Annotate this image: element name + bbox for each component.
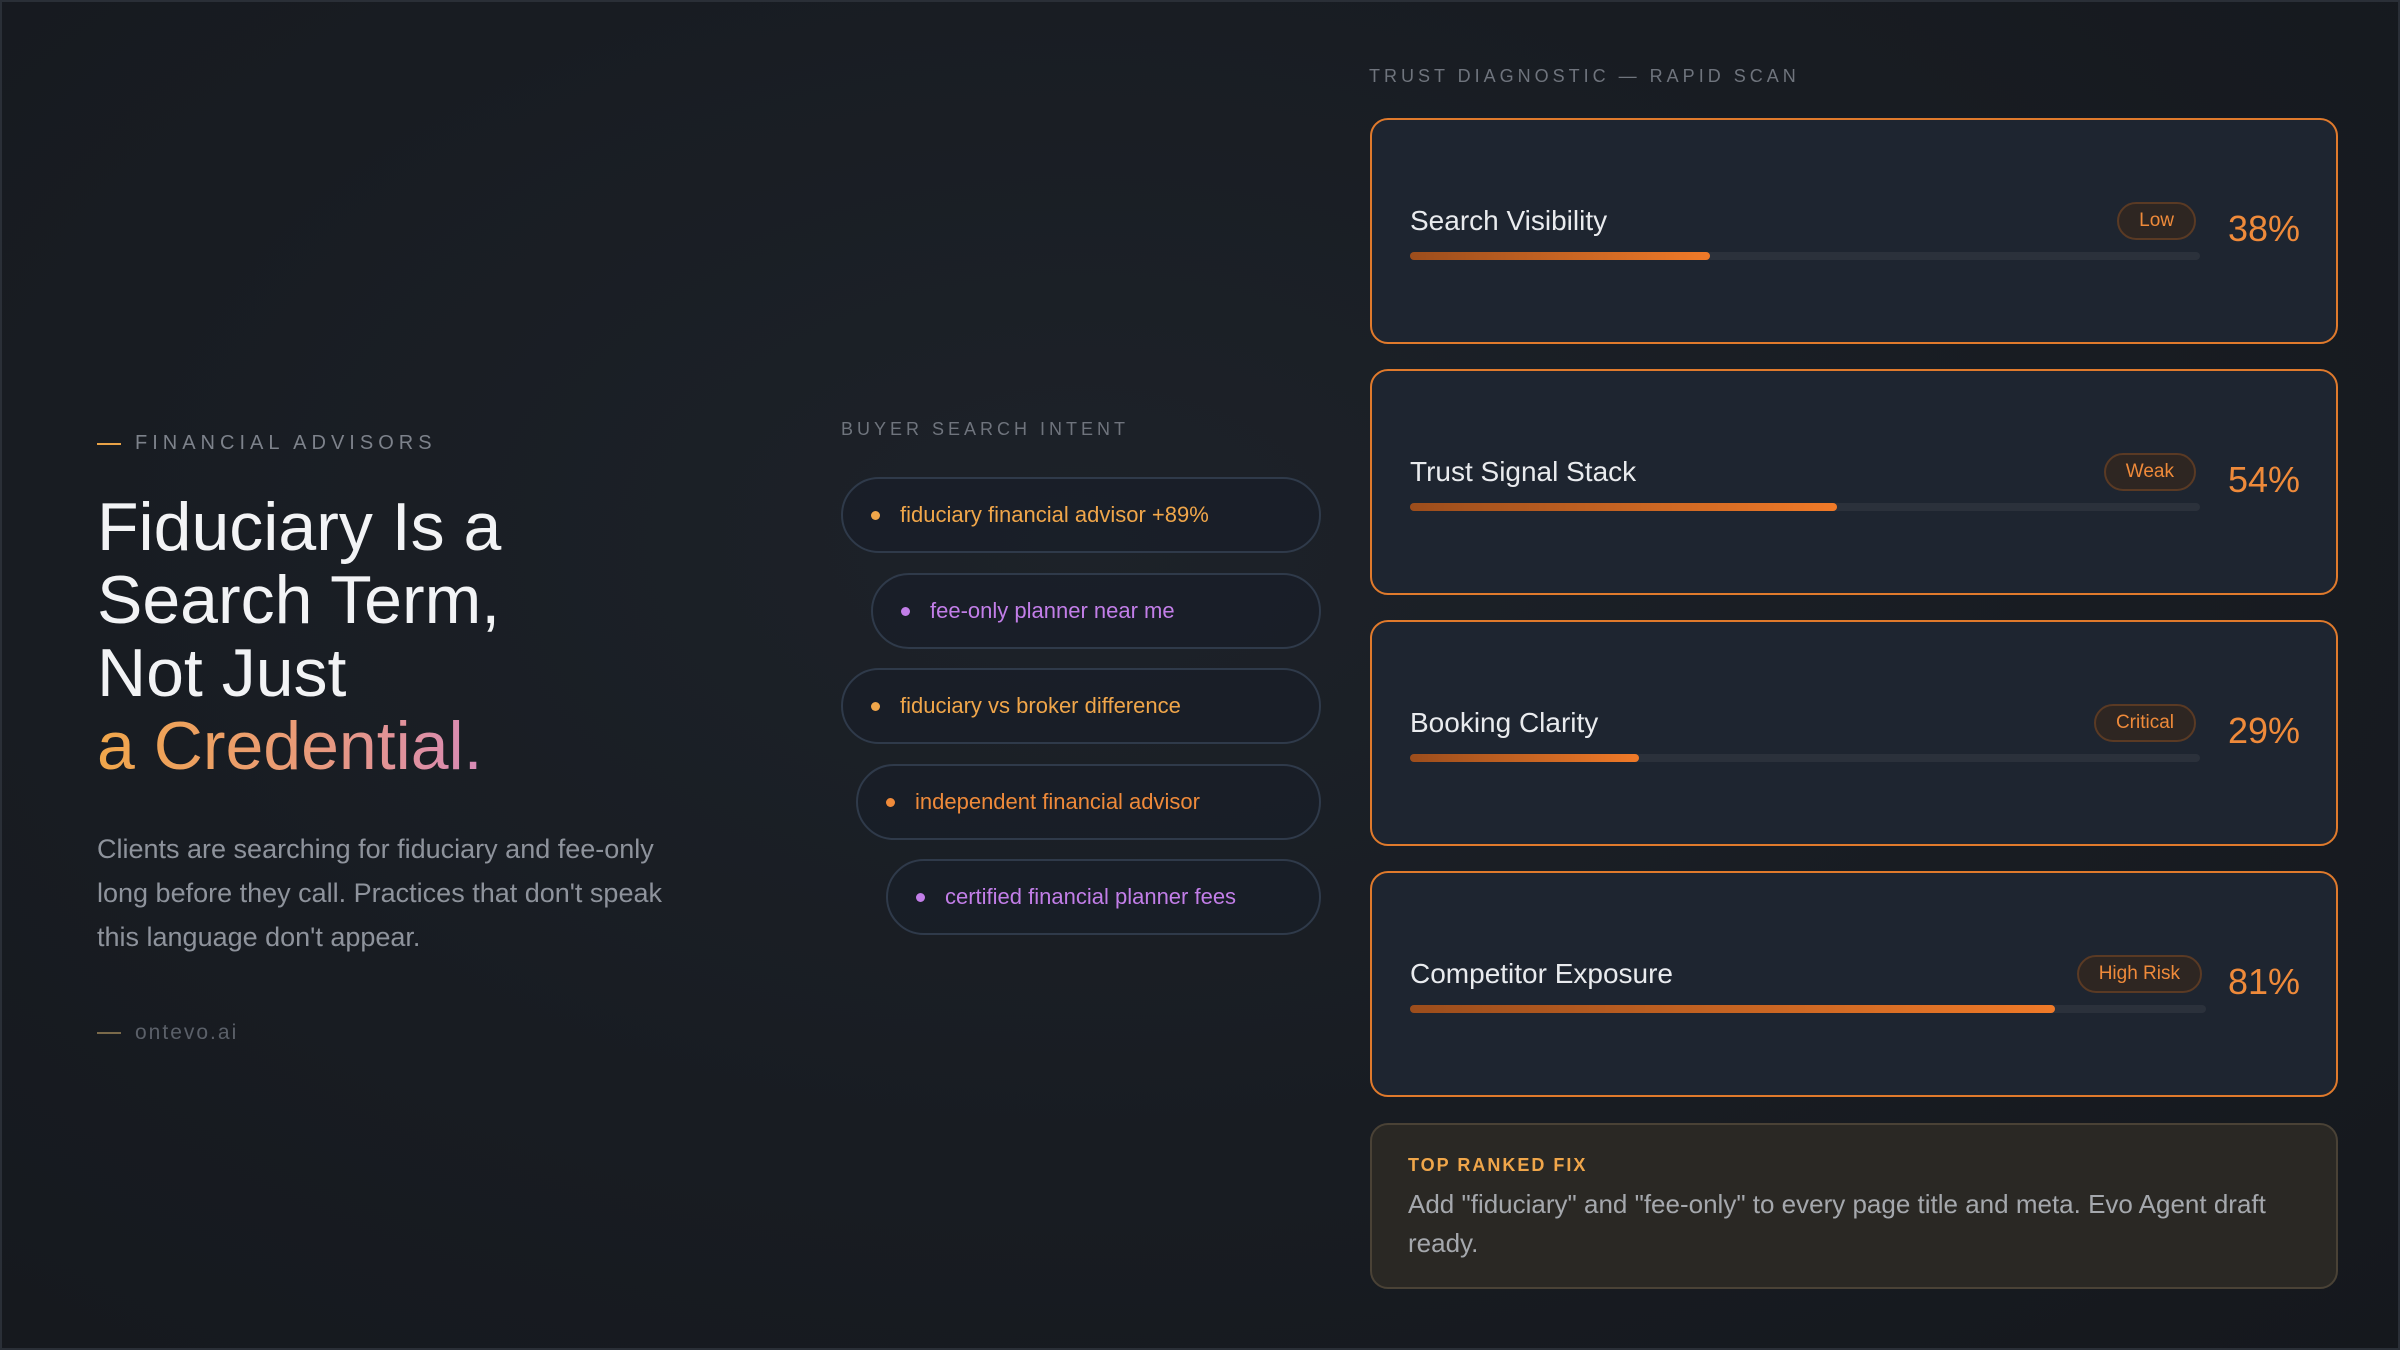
top-ranked-fix-card[interactable]: Top Ranked Fix Add "fiduciary" and "fee-… [1370,1123,2338,1289]
intent-dot [916,892,925,902]
signature-text[interactable]: ontevo.ai [135,1021,238,1045]
headline-line-1: Fiduciary Is a [97,489,502,565]
metric-card-competitor-exposure[interactable]: Competitor Exposure High Risk 81% [1370,871,2338,1097]
hero-lead: Clients are searching for fiduciary and … [97,834,662,952]
metric-card-booking-clarity[interactable]: Booking Clarity Critical 29% [1370,620,2338,846]
eyebrow-text: Financial Advisors [135,432,437,454]
progress-fill [1410,1005,2055,1013]
intent-term[interactable]: fiduciary financial advisor +89% [841,477,1321,553]
progress-track [1410,252,2200,260]
intent-term[interactable]: independent financial advisor [856,764,1321,840]
intent-term-text: fiduciary vs broker difference [900,693,1181,718]
progress-track [1410,503,2200,511]
intent-term[interactable]: fee-only planner near me [871,573,1321,649]
brand-signature: ontevo.ai [97,1021,717,1045]
progress-track [1410,1005,2206,1013]
intent-term[interactable]: certified financial planner fees [886,859,1321,935]
intent-term-text: fiduciary financial advisor +89% [900,502,1209,527]
progress-fill [1410,754,1640,762]
intent-dot [871,701,880,711]
status-badge: Weak [2103,453,2196,491]
progress-track [1410,754,2200,762]
intent-dot [886,797,895,807]
metric-card-search-visibility[interactable]: Search Visibility Low 38% [1370,118,2338,344]
headline-line-2: Search Term, [97,562,501,638]
eyebrow-dash [97,442,121,445]
diagnostic-label: Trust Diagnostic — Rapid Scan [1369,66,1800,86]
status-badge: High Risk [2076,955,2202,993]
headline-accent: a Credential. [97,708,483,784]
intent-term-text: independent financial advisor [915,789,1200,814]
metric-percent: 81% [2227,961,2300,1002]
hero-section: Financial Advisors Fiduciary Is a Search… [97,432,717,1045]
status-badge: Critical [2093,704,2196,742]
hero-headline: Fiduciary Is a Search Term, Not Just a C… [97,491,717,783]
headline-line-3: Not Just [97,635,347,711]
metric-name: Trust Signal Stack [1410,456,1637,487]
metric-percent: 29% [2227,710,2300,751]
metric-name: Competitor Exposure [1410,958,1674,989]
metric-card-trust-signal-stack[interactable]: Trust Signal Stack Weak 54% [1370,369,2338,595]
intent-dot [871,510,880,520]
metric-percent: 54% [2227,459,2300,500]
fix-text: Add "fiduciary" and "fee-only" to every … [1408,1189,2266,1258]
hero-eyebrow: Financial Advisors [97,432,717,455]
intent-term[interactable]: fiduciary vs broker difference [841,668,1321,744]
progress-fill [1410,252,1711,260]
metric-name: Search Visibility [1410,205,1608,236]
intent-term-text: fee-only planner near me [930,598,1175,623]
progress-fill [1410,503,1837,511]
intent-dot [901,606,910,616]
metric-name: Booking Clarity [1410,707,1599,738]
status-badge: Low [2117,202,2196,240]
intent-term-text: certified financial planner fees [945,884,1237,909]
intent-label: Buyer Search Intent [841,419,1130,439]
signature-dash [97,1032,121,1034]
fix-label: Top Ranked Fix [1408,1155,1588,1175]
metric-percent: 38% [2227,208,2300,249]
